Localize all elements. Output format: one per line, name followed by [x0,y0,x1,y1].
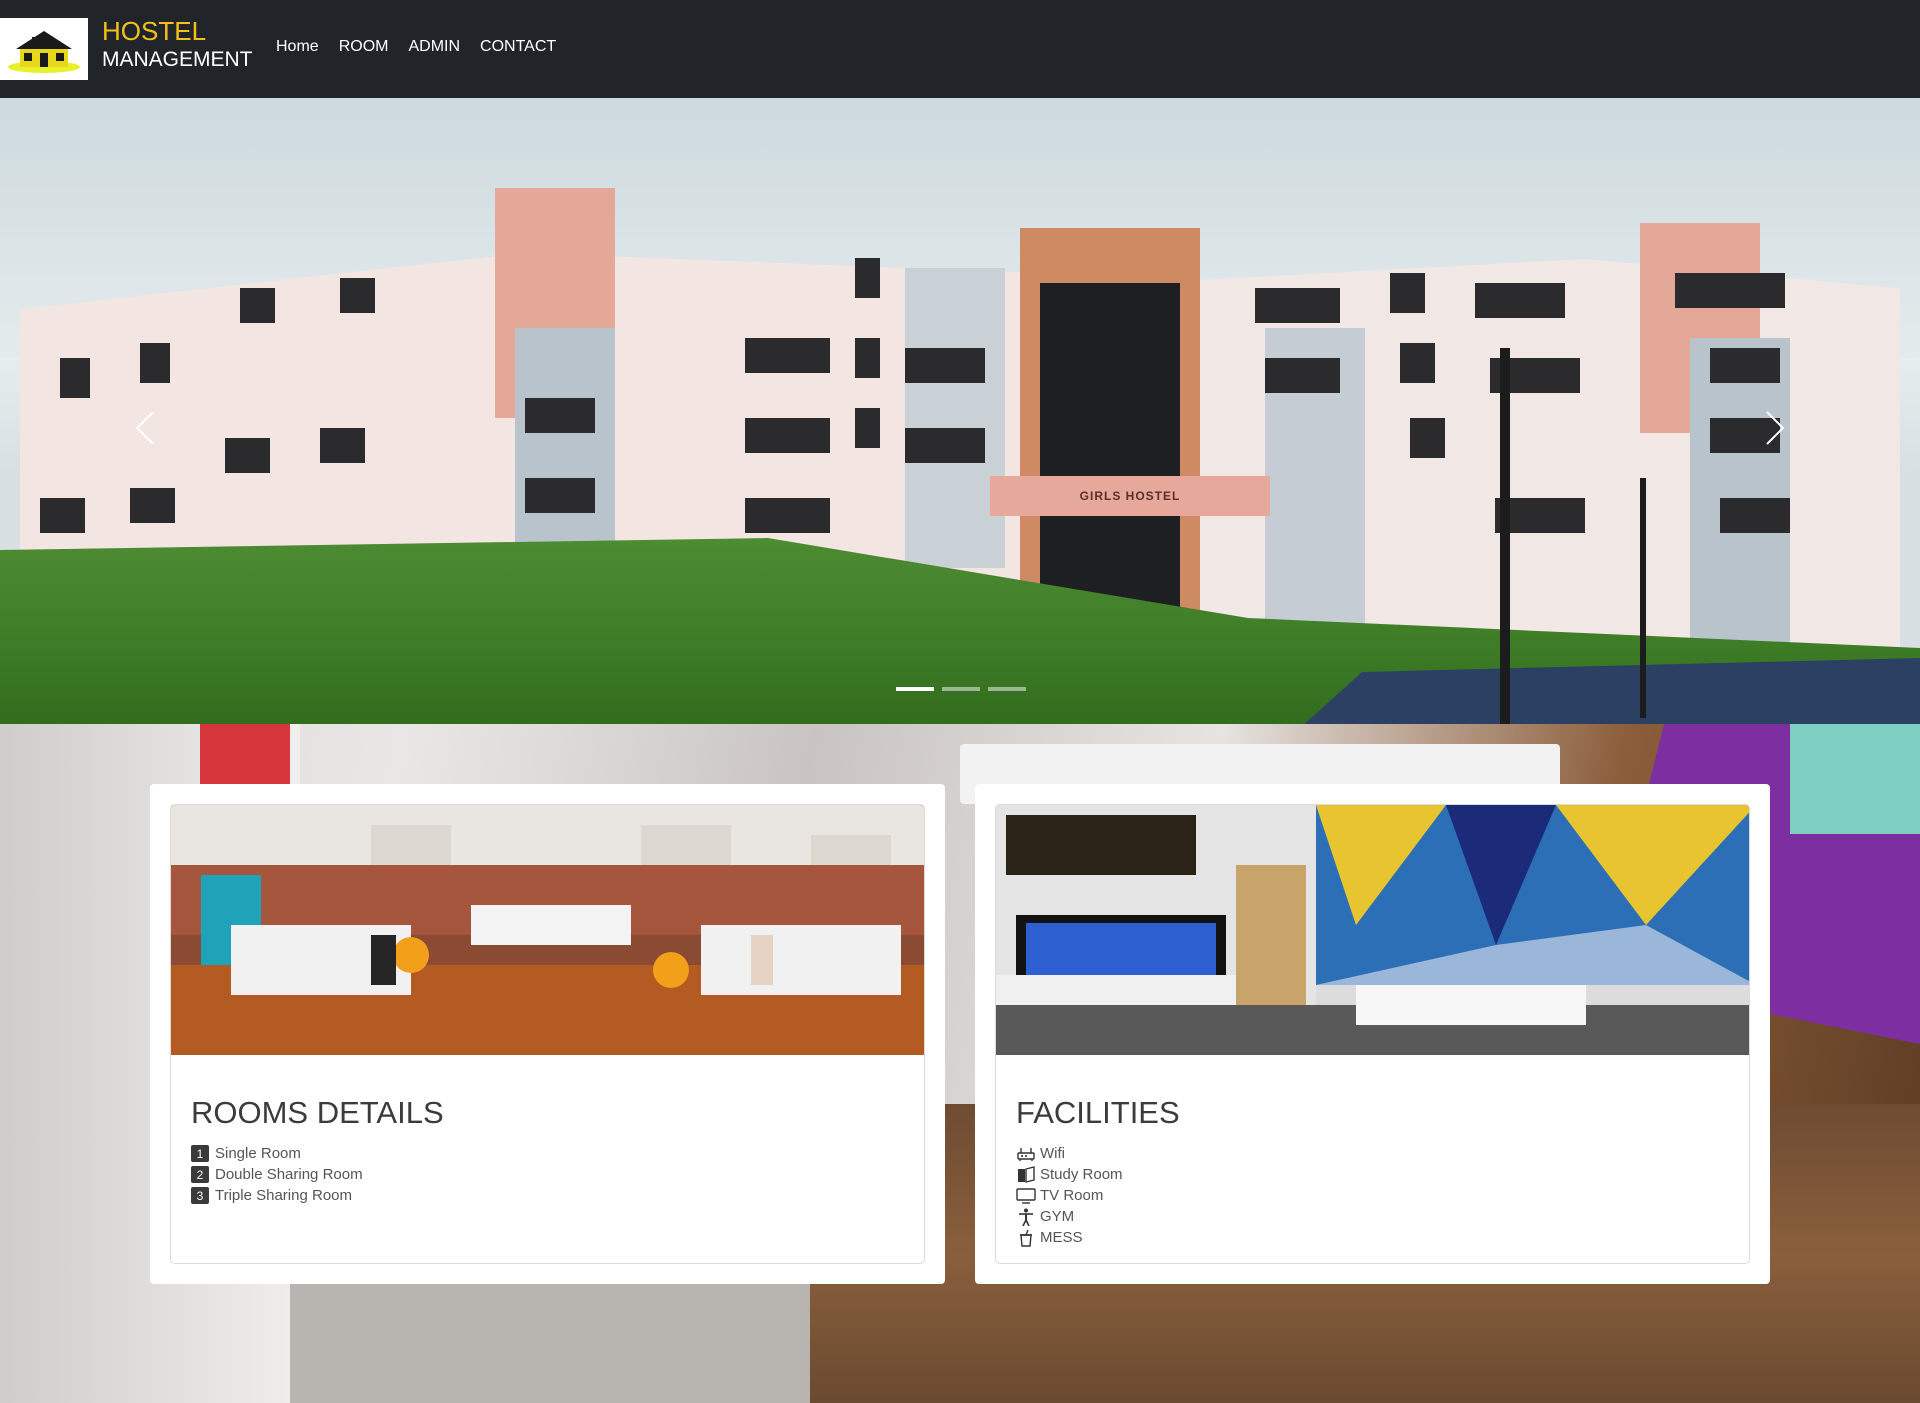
facilities-card-body: FACILITIES Wifi Study Room TV Room GYM M… [1016,1095,1729,1248]
window [855,408,880,448]
chevron-left-icon [135,411,154,445]
window [140,343,170,383]
nav-link-home[interactable]: Home [276,38,319,56]
window [1710,348,1780,383]
facility-label: Wifi [1040,1145,1065,1162]
window [525,398,595,433]
hostel-sign: GIRLS HOSTEL [990,476,1270,516]
carousel-indicators [896,687,1026,691]
room-type-label: Double Sharing Room [215,1166,363,1183]
number-3-icon: 3 [191,1187,209,1204]
tv-lounge-image [996,805,1749,1055]
rooms-card-inner: ROOMS DETAILS 1 Single Room 2 Double Sha… [170,804,925,1264]
carousel-next-button[interactable] [1745,398,1805,458]
carousel-indicator-3[interactable] [988,687,1026,691]
window [1255,288,1340,323]
nav-links: Home ROOM ADMIN CONTACT [276,38,556,56]
hostel-sign-text: GIRLS HOSTEL [1079,489,1181,503]
facility-label: GYM [1040,1208,1075,1225]
window [340,278,375,313]
window [1265,358,1340,393]
window [40,498,85,533]
room-type-label: Single Room [215,1145,301,1162]
facility-label: Study Room [1040,1166,1123,1183]
rooms-card-body: ROOMS DETAILS 1 Single Room 2 Double Sha… [191,1095,904,1206]
window [1720,498,1790,533]
list-item: Wifi [1016,1143,1729,1164]
building-pillar [905,268,1005,568]
window [1410,418,1445,458]
list-item: GYM [1016,1206,1729,1227]
window [130,488,175,523]
window [745,418,830,453]
bg-red-panel [200,724,290,784]
list-item: TV Room [1016,1185,1729,1206]
window [240,288,275,323]
rooms-card: ROOMS DETAILS 1 Single Room 2 Double Sha… [150,784,945,1284]
window [905,428,985,463]
person-icon [1016,1208,1036,1226]
lamp-pole [1500,348,1510,724]
list-item: 2 Double Sharing Room [191,1164,904,1185]
brand-title[interactable]: HOSTEL MANAGEMENT [102,17,253,74]
carousel-indicator-1[interactable] [896,687,934,691]
window [745,338,830,373]
window [745,498,830,533]
window [525,478,595,513]
house-logo-icon[interactable] [0,18,88,80]
window [905,348,985,383]
dorm-room-image [171,805,924,1055]
list-item: 1 Single Room [191,1143,904,1164]
hero-carousel: GIRLS HOSTEL [0,98,1920,724]
nav-link-room[interactable]: ROOM [339,38,389,56]
list-item: 3 Triple Sharing Room [191,1185,904,1206]
carousel-indicator-2[interactable] [942,687,980,691]
facility-label: TV Room [1040,1187,1104,1204]
facility-label: MESS [1040,1229,1083,1246]
cup-icon [1016,1229,1036,1247]
tv-icon [1016,1187,1036,1205]
window [1475,283,1565,318]
number-2-icon: 2 [191,1166,209,1183]
window [225,438,270,473]
router-icon [1016,1145,1036,1163]
window [320,428,365,463]
facilities-card: FACILITIES Wifi Study Room TV Room GYM M… [975,784,1770,1284]
number-1-icon: 1 [191,1145,209,1162]
chevron-right-icon [1766,411,1785,445]
window [1390,273,1425,313]
list-item: Study Room [1016,1164,1729,1185]
window [60,358,90,398]
brand-line-management: MANAGEMENT [102,48,253,71]
brand-line-hostel: HOSTEL [102,16,207,46]
room-types-list: 1 Single Room 2 Double Sharing Room 3 Tr… [191,1143,904,1206]
list-item: MESS [1016,1227,1729,1248]
bg-teal-wall [1790,724,1920,834]
window [1675,273,1785,308]
window [855,338,880,378]
facilities-card-title: FACILITIES [1016,1095,1180,1130]
book-icon [1016,1165,1036,1184]
navbar: HOSTEL MANAGEMENT Home ROOM ADMIN CONTAC… [0,0,1920,98]
lamp-pole [1640,478,1646,718]
window [855,258,880,298]
rooms-card-title: ROOMS DETAILS [191,1095,444,1130]
nav-link-contact[interactable]: CONTACT [480,38,556,56]
facilities-card-inner: FACILITIES Wifi Study Room TV Room GYM M… [995,804,1750,1264]
nav-link-admin[interactable]: ADMIN [408,38,460,56]
facilities-list: Wifi Study Room TV Room GYM MESS [1016,1143,1729,1248]
room-type-label: Triple Sharing Room [215,1187,352,1204]
window [1400,343,1435,383]
carousel-prev-button[interactable] [115,398,175,458]
